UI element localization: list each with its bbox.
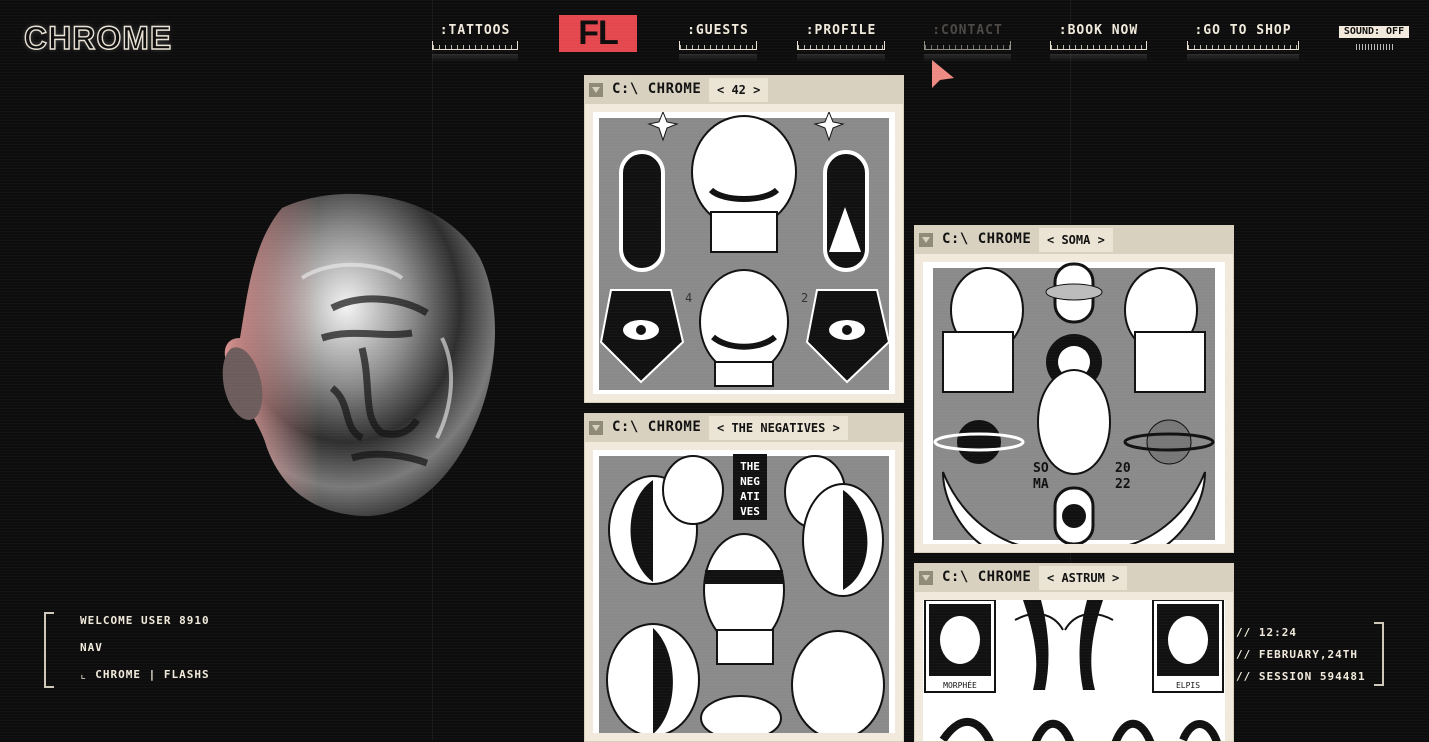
pointer-cursor-icon (932, 60, 954, 88)
sound-toggle[interactable]: SOUND: OFF (1339, 26, 1409, 38)
window-path: C:\ CHROME (612, 81, 702, 97)
negatives-line-1: THE (740, 460, 760, 473)
flash-artwork-astrum: MORPHÉE ELPIS (923, 600, 1225, 741)
nav-ruler-decoration (924, 41, 1011, 50)
negatives-line-2: NEG (740, 475, 760, 488)
nav-tattoos-label: :TATTOOS (439, 23, 511, 38)
session-id: // SESSION 594481 (1236, 670, 1366, 683)
flash-window-42[interactable]: C:\ CHROME < 42 > 4 2 (584, 75, 904, 403)
collapse-arrow-icon[interactable] (589, 421, 603, 435)
window-titlebar: C:\ CHROME < 42 > (585, 76, 903, 104)
clock-time: // 12:24 (1236, 626, 1297, 639)
window-tag[interactable]: < THE NEGATIVES > (709, 416, 848, 440)
nav-book-now[interactable]: :BOOK NOW (1050, 22, 1147, 62)
window-path: C:\ CHROME (942, 231, 1032, 247)
nav-contact[interactable]: :CONTACT (924, 22, 1011, 62)
nav-guests-label: :GUESTS (687, 23, 749, 38)
soma-year-1: 20 (1115, 461, 1131, 476)
artwork-number-right: 2 (801, 291, 808, 305)
nav-ruler-decoration (797, 41, 885, 50)
nav-ruler-decoration (679, 41, 757, 50)
nav-go-to-shop-label: :GO TO SHOP (1194, 23, 1292, 38)
window-titlebar: C:\ CHROME < THE NEGATIVES > (585, 414, 903, 442)
panel-bracket-decoration (44, 612, 68, 688)
window-tag[interactable]: < SOMA > (1039, 228, 1113, 252)
collapse-arrow-icon[interactable] (919, 571, 933, 585)
flash-window-the-negatives[interactable]: C:\ CHROME < THE NEGATIVES > THE NEG ATI… (584, 413, 904, 742)
soma-label-1: SO (1033, 461, 1049, 476)
nav-tattoos[interactable]: :TATTOOS (432, 22, 518, 62)
soma-year-2: 22 (1115, 477, 1131, 492)
elpis-label: ELPIS (1176, 681, 1200, 690)
flash-artwork-soma: SO MA 20 22 (923, 262, 1225, 544)
sound-level-icon (1356, 44, 1394, 50)
collapse-arrow-icon[interactable] (589, 83, 603, 97)
window-tag[interactable]: < 42 > (709, 78, 769, 102)
chrome-head-image (222, 193, 495, 517)
artwork-number-left: 4 (685, 291, 692, 305)
flash-window-soma[interactable]: C:\ CHROME < SOMA > SO MA 20 22 (914, 225, 1234, 553)
soma-label-2: MA (1033, 477, 1049, 492)
window-titlebar: C:\ CHROME < ASTRUM > (915, 564, 1233, 592)
window-path: C:\ CHROME (942, 569, 1032, 585)
window-tag[interactable]: < ASTRUM > (1039, 566, 1128, 590)
negatives-line-4: VES (740, 505, 760, 518)
flash-window-astrum[interactable]: C:\ CHROME < ASTRUM > MORPHÉE ELPIS (914, 563, 1234, 742)
chrome-logo[interactable]: CHROME (23, 19, 172, 57)
nav-guests[interactable]: :GUESTS (679, 22, 757, 62)
welcome-user-text: WELCOME USER 8910 (80, 614, 210, 627)
nav-ruler-decoration (432, 41, 518, 50)
nav-go-to-shop[interactable]: :GO TO SHOP (1187, 22, 1299, 62)
negatives-line-3: ATI (740, 490, 760, 503)
nav-profile-label: :PROFILE (805, 23, 877, 38)
current-date: // FEBRUARY,24TH (1236, 648, 1358, 661)
info-bracket-decoration (1362, 622, 1384, 686)
flash-artwork-42: 4 2 (593, 112, 895, 394)
collapse-arrow-icon[interactable] (919, 233, 933, 247)
nav-contact-label: :CONTACT (932, 23, 1003, 38)
fl-logo-button[interactable]: FL (559, 15, 637, 52)
nav-heading: NAV (80, 641, 103, 654)
nav-ruler-decoration (1050, 41, 1147, 50)
window-titlebar: C:\ CHROME < SOMA > (915, 226, 1233, 254)
flash-artwork-the-negatives: THE NEG ATI VES (593, 450, 895, 733)
nav-profile[interactable]: :PROFILE (797, 22, 885, 62)
nav-book-now-label: :BOOK NOW (1058, 23, 1139, 38)
morphee-label: MORPHÉE (943, 679, 977, 690)
window-path: C:\ CHROME (612, 419, 702, 435)
nav-ruler-decoration (1187, 41, 1299, 50)
breadcrumb-chrome-flashs[interactable]: ⌞ CHROME | FLASHS (80, 668, 210, 681)
